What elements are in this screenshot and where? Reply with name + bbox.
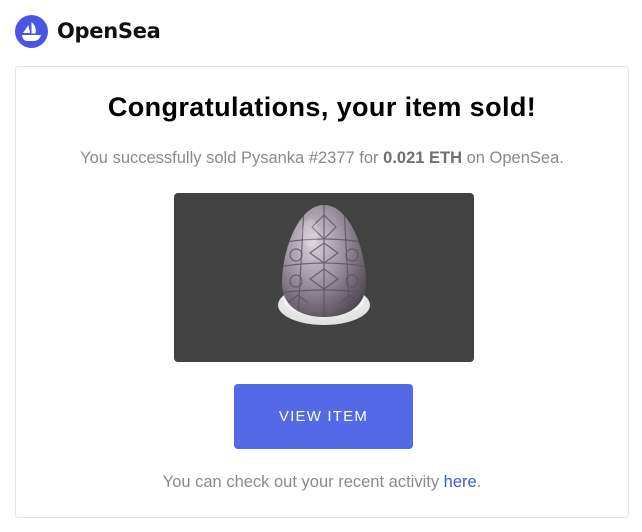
view-item-button[interactable]: VIEW ITEM [234,384,413,449]
brand-name: OpenSea [57,19,161,43]
email-header: OpenSea [15,14,161,48]
sale-message: You successfully sold Pysanka #2377 for … [16,149,628,168]
card-title: Congratulations, your item sold! [107,92,537,122]
sale-notification-card: Congratulations, your item sold! You suc… [15,66,629,518]
sale-message-suffix: on OpenSea. [462,149,564,167]
pysanka-egg-image [278,205,370,325]
nft-image[interactable] [174,193,474,362]
sale-amount: 0.021 ETH [383,149,463,167]
sale-message-prefix: You successfully sold Pysanka #2377 for [80,149,384,167]
recent-activity-prefix: You can check out your recent activity [162,473,444,491]
recent-activity-suffix: . [476,473,482,491]
recent-activity-link[interactable]: here [444,473,477,491]
opensea-logo-icon[interactable] [15,14,48,48]
recent-activity-note: You can check out your recent activity h… [16,473,628,492]
